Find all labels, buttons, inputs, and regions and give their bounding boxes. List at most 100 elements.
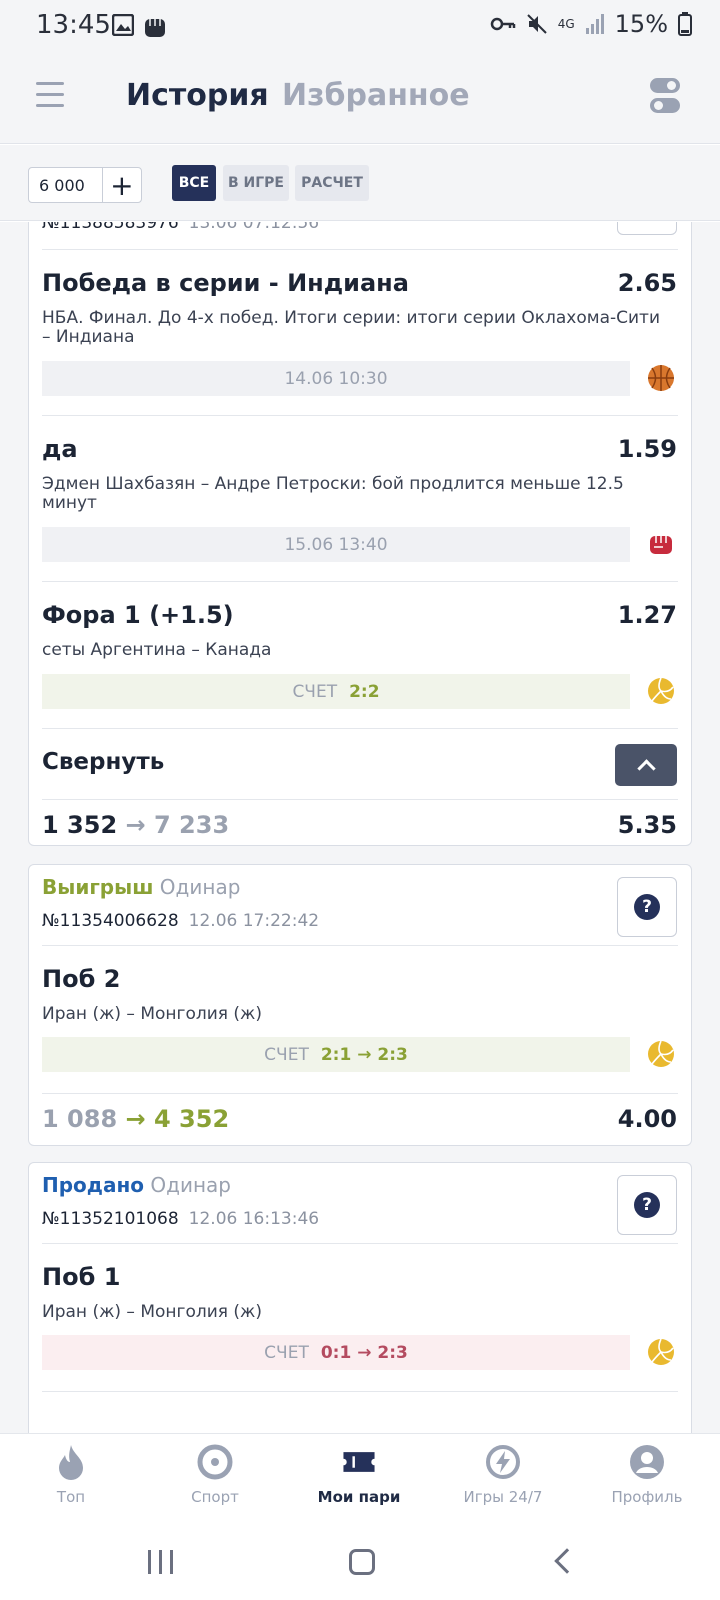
collapse-label[interactable]: Свернуть	[42, 749, 164, 775]
signal-icon	[585, 14, 604, 34]
fist-icon	[650, 535, 672, 554]
bet-status: Выигрыш Одинар	[42, 875, 240, 899]
bottom-nav: Топ Спорт Мои пари Игры 24/7 Профиль	[0, 1433, 720, 1520]
help-button[interactable]: ?	[617, 877, 677, 937]
event-market: да	[42, 435, 78, 463]
score-label: СЧЕТ	[264, 1044, 309, 1065]
score-label: СЧЕТ	[264, 1342, 309, 1363]
volleyball-icon	[648, 1338, 674, 1365]
lightning-icon	[486, 1445, 520, 1479]
bet-type: Одинар	[159, 875, 241, 899]
nav-sport-label: Спорт	[191, 1488, 239, 1506]
bet-number-value: №11388583976	[42, 222, 179, 233]
event-description: сеты Аргентина – Канада	[42, 640, 272, 660]
stake-amount: 1 088	[42, 1105, 118, 1133]
nav-my-bets-label: Мои пари	[317, 1488, 401, 1506]
recent-apps-icon[interactable]	[148, 1550, 173, 1574]
back-icon[interactable]	[554, 1548, 580, 1574]
help-button[interactable]: ?	[617, 1175, 677, 1235]
network-type: 4G	[557, 17, 575, 31]
tab-favorites[interactable]: Избранное	[282, 78, 470, 113]
gallery-icon	[112, 14, 134, 36]
mute-icon	[527, 14, 547, 34]
nav-top-label: Топ	[56, 1488, 86, 1506]
event-odds: 2.65	[617, 269, 677, 297]
question-icon: ?	[634, 894, 660, 920]
chevron-up-icon	[636, 758, 656, 778]
arrow-icon: →	[125, 1105, 146, 1133]
filter-bar: 6 000 + ВСЕ В ИГРЕ РАСЧЕТ	[0, 145, 720, 221]
event-odds: 1.59	[617, 435, 677, 463]
payout-amount: 4 352	[153, 1105, 230, 1133]
arrow-icon: →	[125, 811, 146, 839]
volleyball-icon	[648, 677, 674, 704]
basketball-icon	[648, 365, 674, 391]
bet-status: Продано Одинар	[42, 1173, 231, 1197]
score-label: СЧЕТ	[292, 681, 338, 702]
status-time: 13:45	[36, 10, 111, 40]
event-time: 15.06 13:40	[284, 534, 388, 555]
target-icon	[197, 1444, 233, 1480]
volleyball-icon	[648, 1040, 674, 1067]
stake-amount: 1 352	[42, 811, 118, 839]
bet-type: Одинар	[150, 1173, 231, 1197]
nav-my-bets[interactable]: Мои пари	[294, 1444, 424, 1506]
score-value: 0:1 → 2:3	[320, 1342, 408, 1363]
bet-number: №11354006628 12.06 17:22:42	[42, 911, 319, 931]
filter-live-chip[interactable]: В ИГРЕ	[223, 165, 289, 201]
status-win: Выигрыш	[42, 875, 154, 899]
system-nav-bar	[0, 1520, 720, 1600]
event-market: Поб 1	[42, 1263, 121, 1291]
nav-profile-label: Профиль	[611, 1488, 683, 1506]
bet-card-sold: Продано Одинар №11352101068 12.06 16:13:4…	[28, 1162, 692, 1433]
bets-list[interactable]: №11388583976 13.06 07:12:56 Победа в сери…	[0, 222, 720, 1433]
bet-number: №11388583976 13.06 07:12:56	[42, 222, 319, 233]
bet-card-win: Выигрыш Одинар №11354006628 12.06 17:22:4…	[28, 864, 692, 1146]
app-header: История Избранное	[0, 56, 720, 144]
question-icon: ?	[634, 1192, 660, 1218]
status-sold: Продано	[42, 1173, 145, 1197]
event-market: Фора 1 (+1.5)	[42, 601, 234, 629]
nav-profile[interactable]: Профиль	[582, 1444, 712, 1506]
nav-games[interactable]: Игры 24/7	[438, 1444, 568, 1506]
menu-icon[interactable]	[36, 82, 64, 108]
event-description: Иран (ж) – Монголия (ж)	[42, 1004, 262, 1024]
stake-plus-button[interactable]: +	[101, 168, 141, 202]
event-time: 14.06 10:30	[284, 368, 388, 389]
event-score-bar: СЧЕТ 0:1 → 2:3	[42, 1335, 630, 1370]
battery-icon	[678, 12, 692, 36]
score-value: 2:2	[349, 681, 380, 702]
bet-number-value: №11354006628	[42, 911, 179, 931]
status-right: 4G 15%	[490, 10, 692, 38]
profile-icon	[630, 1445, 664, 1479]
stake-value[interactable]: 6 000	[29, 176, 102, 195]
event-time-bar: 14.06 10:30	[42, 361, 630, 396]
collapse-button[interactable]	[615, 744, 677, 786]
key-icon	[490, 17, 515, 31]
nav-games-label: Игры 24/7	[463, 1488, 543, 1506]
bet-date: 13.06 07:12:56	[188, 222, 320, 233]
payout-amount: 7 233	[153, 811, 230, 839]
tab-history[interactable]: История	[126, 78, 269, 113]
bet-number: №11352101068 12.06 16:13:46	[42, 1209, 319, 1229]
flame-icon	[59, 1445, 83, 1480]
ticket-icon	[343, 1452, 375, 1472]
nav-sport[interactable]: Спорт	[150, 1444, 280, 1506]
home-icon[interactable]	[349, 1549, 375, 1575]
battery-percent: 15%	[614, 10, 668, 38]
total-odds: 5.35	[617, 811, 677, 839]
stake-filter[interactable]: 6 000 +	[28, 167, 142, 203]
bet-date: 12.06 17:22:42	[188, 911, 320, 931]
event-description: НБА. Финал. До 4-х побед. Итоги серии: и…	[42, 308, 660, 347]
event-description: Эдмен Шахбазян – Андре Петроски: бой про…	[42, 474, 624, 513]
score-value: 2:1 → 2:3	[320, 1044, 408, 1065]
bet-number-value: №11352101068	[42, 1209, 179, 1229]
share-button[interactable]	[617, 222, 677, 235]
filter-all-chip[interactable]: ВСЕ	[172, 165, 216, 201]
nav-top[interactable]: Топ	[6, 1444, 136, 1506]
event-description: Иран (ж) – Монголия (ж)	[42, 1302, 262, 1322]
fist-notification-icon	[145, 18, 165, 37]
bet-card-express: №11388583976 13.06 07:12:56 Победа в сери…	[28, 222, 692, 846]
settings-toggle-icon[interactable]	[650, 78, 680, 114]
filter-settled-chip[interactable]: РАСЧЕТ	[295, 165, 369, 201]
